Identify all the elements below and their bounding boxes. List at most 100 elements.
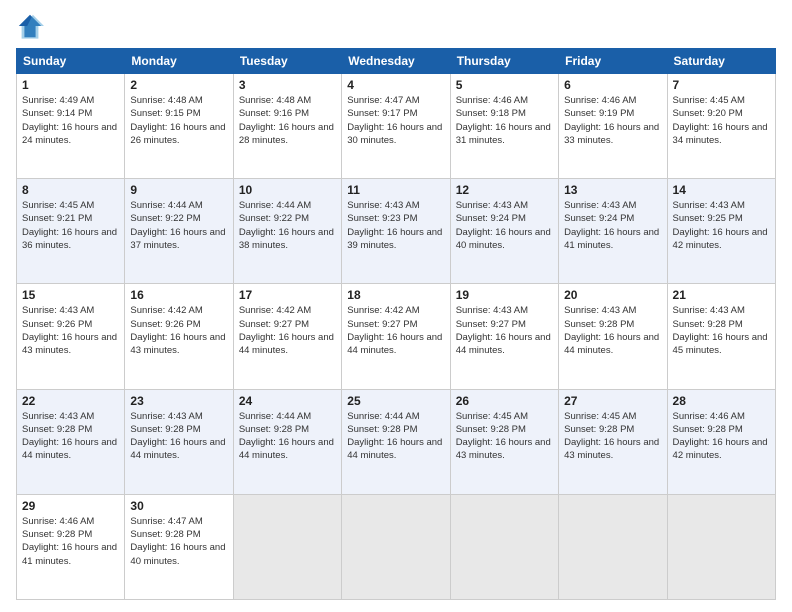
col-tuesday: Tuesday xyxy=(233,49,341,74)
table-row: 16Sunrise: 4:42 AMSunset: 9:26 PMDayligh… xyxy=(125,284,233,389)
table-row: 24Sunrise: 4:44 AMSunset: 9:28 PMDayligh… xyxy=(233,389,341,494)
day-info: Sunrise: 4:43 AMSunset: 9:28 PMDaylight:… xyxy=(564,305,659,356)
day-info: Sunrise: 4:42 AMSunset: 9:26 PMDaylight:… xyxy=(130,305,225,356)
table-row: 29 Sunrise: 4:46 AMSunset: 9:28 PMDayligh… xyxy=(17,494,125,599)
day-number: 25 xyxy=(347,394,444,408)
day-info: Sunrise: 4:49 AMSunset: 9:14 PMDaylight:… xyxy=(22,95,117,146)
day-number: 4 xyxy=(347,78,444,92)
day-number: 7 xyxy=(673,78,770,92)
day-info: Sunrise: 4:45 AMSunset: 9:20 PMDaylight:… xyxy=(673,95,768,146)
day-number: 1 xyxy=(22,78,119,92)
day-info: Sunrise: 4:44 AMSunset: 9:28 PMDaylight:… xyxy=(347,411,442,462)
day-number: 18 xyxy=(347,288,444,302)
table-row: 9 Sunrise: 4:44 AMSunset: 9:22 PMDaylight… xyxy=(125,179,233,284)
col-friday: Friday xyxy=(559,49,667,74)
day-info: Sunrise: 4:42 AMSunset: 9:27 PMDaylight:… xyxy=(239,305,334,356)
day-number: 15 xyxy=(22,288,119,302)
table-row: 27 Sunrise: 4:45 AMSunset: 9:28 PMDayligh… xyxy=(559,389,667,494)
day-number: 5 xyxy=(456,78,553,92)
day-number: 23 xyxy=(130,394,227,408)
day-info: Sunrise: 4:46 AMSunset: 9:28 PMDaylight:… xyxy=(22,516,117,567)
day-info: Sunrise: 4:47 AMSunset: 9:28 PMDaylight:… xyxy=(130,516,225,567)
day-info: Sunrise: 4:43 AMSunset: 9:26 PMDaylight:… xyxy=(22,305,117,356)
table-row: 18 Sunrise: 4:42 AMSunset: 9:27 PMDayligh… xyxy=(342,284,450,389)
table-row: 3Sunrise: 4:48 AMSunset: 9:16 PMDaylight… xyxy=(233,74,341,179)
table-row: 2 Sunrise: 4:48 AMSunset: 9:15 PMDaylight… xyxy=(125,74,233,179)
logo-icon xyxy=(16,12,44,40)
header-row: Sunday Monday Tuesday Wednesday Thursday… xyxy=(17,49,776,74)
day-info: Sunrise: 4:43 AMSunset: 9:28 PMDaylight:… xyxy=(673,305,768,356)
day-number: 20 xyxy=(564,288,661,302)
table-row: 12Sunrise: 4:43 AMSunset: 9:24 PMDayligh… xyxy=(450,179,558,284)
table-row: 10 Sunrise: 4:44 AMSunset: 9:22 PMDayligh… xyxy=(233,179,341,284)
day-number: 19 xyxy=(456,288,553,302)
calendar-week-4: 22 Sunrise: 4:43 AMSunset: 9:28 PMDayligh… xyxy=(17,389,776,494)
day-info: Sunrise: 4:48 AMSunset: 9:16 PMDaylight:… xyxy=(239,95,334,146)
table-row: 7 Sunrise: 4:45 AMSunset: 9:20 PMDaylight… xyxy=(667,74,775,179)
table-row: 26 Sunrise: 4:45 AMSunset: 9:28 PMDayligh… xyxy=(450,389,558,494)
day-number: 2 xyxy=(130,78,227,92)
page: Sunday Monday Tuesday Wednesday Thursday… xyxy=(0,0,792,612)
day-number: 9 xyxy=(130,183,227,197)
table-row: 6Sunrise: 4:46 AMSunset: 9:19 PMDaylight… xyxy=(559,74,667,179)
day-number: 29 xyxy=(22,499,119,513)
day-info: Sunrise: 4:44 AMSunset: 9:28 PMDaylight:… xyxy=(239,411,334,462)
table-row: 13 Sunrise: 4:43 AMSunset: 9:24 PMDayligh… xyxy=(559,179,667,284)
day-info: Sunrise: 4:45 AMSunset: 9:28 PMDaylight:… xyxy=(456,411,551,462)
day-info: Sunrise: 4:48 AMSunset: 9:15 PMDaylight:… xyxy=(130,95,225,146)
day-info: Sunrise: 4:43 AMSunset: 9:28 PMDaylight:… xyxy=(22,411,117,462)
day-info: Sunrise: 4:43 AMSunset: 9:27 PMDaylight:… xyxy=(456,305,551,356)
day-number: 28 xyxy=(673,394,770,408)
calendar-week-2: 8 Sunrise: 4:45 AMSunset: 9:21 PMDaylight… xyxy=(17,179,776,284)
table-row: 14 Sunrise: 4:43 AMSunset: 9:25 PMDayligh… xyxy=(667,179,775,284)
table-row: 17 Sunrise: 4:42 AMSunset: 9:27 PMDayligh… xyxy=(233,284,341,389)
day-info: Sunrise: 4:43 AMSunset: 9:25 PMDaylight:… xyxy=(673,200,768,251)
table-row: 28 Sunrise: 4:46 AMSunset: 9:28 PMDayligh… xyxy=(667,389,775,494)
day-info: Sunrise: 4:46 AMSunset: 9:18 PMDaylight:… xyxy=(456,95,551,146)
table-row: 4 Sunrise: 4:47 AMSunset: 9:17 PMDaylight… xyxy=(342,74,450,179)
day-info: Sunrise: 4:45 AMSunset: 9:28 PMDaylight:… xyxy=(564,411,659,462)
day-number: 21 xyxy=(673,288,770,302)
table-row xyxy=(342,494,450,599)
day-info: Sunrise: 4:46 AMSunset: 9:28 PMDaylight:… xyxy=(673,411,768,462)
day-number: 13 xyxy=(564,183,661,197)
table-row: 20 Sunrise: 4:43 AMSunset: 9:28 PMDayligh… xyxy=(559,284,667,389)
table-row: 11Sunrise: 4:43 AMSunset: 9:23 PMDayligh… xyxy=(342,179,450,284)
calendar-week-3: 15 Sunrise: 4:43 AMSunset: 9:26 PMDayligh… xyxy=(17,284,776,389)
day-number: 14 xyxy=(673,183,770,197)
table-row xyxy=(450,494,558,599)
header xyxy=(16,12,776,40)
day-number: 6 xyxy=(564,78,661,92)
day-number: 22 xyxy=(22,394,119,408)
day-info: Sunrise: 4:42 AMSunset: 9:27 PMDaylight:… xyxy=(347,305,442,356)
table-row xyxy=(559,494,667,599)
day-number: 27 xyxy=(564,394,661,408)
day-number: 12 xyxy=(456,183,553,197)
table-row: 8 Sunrise: 4:45 AMSunset: 9:21 PMDaylight… xyxy=(17,179,125,284)
day-info: Sunrise: 4:47 AMSunset: 9:17 PMDaylight:… xyxy=(347,95,442,146)
day-info: Sunrise: 4:44 AMSunset: 9:22 PMDaylight:… xyxy=(239,200,334,251)
table-row: 22 Sunrise: 4:43 AMSunset: 9:28 PMDayligh… xyxy=(17,389,125,494)
day-info: Sunrise: 4:44 AMSunset: 9:22 PMDaylight:… xyxy=(130,200,225,251)
day-info: Sunrise: 4:45 AMSunset: 9:21 PMDaylight:… xyxy=(22,200,117,251)
day-number: 17 xyxy=(239,288,336,302)
calendar-week-1: 1 Sunrise: 4:49 AMSunset: 9:14 PMDaylight… xyxy=(17,74,776,179)
day-number: 26 xyxy=(456,394,553,408)
col-monday: Monday xyxy=(125,49,233,74)
table-row xyxy=(233,494,341,599)
table-row: 15 Sunrise: 4:43 AMSunset: 9:26 PMDayligh… xyxy=(17,284,125,389)
table-row: 25 Sunrise: 4:44 AMSunset: 9:28 PMDayligh… xyxy=(342,389,450,494)
logo xyxy=(16,12,48,40)
day-info: Sunrise: 4:43 AMSunset: 9:24 PMDaylight:… xyxy=(564,200,659,251)
col-saturday: Saturday xyxy=(667,49,775,74)
day-number: 8 xyxy=(22,183,119,197)
table-row: 1 Sunrise: 4:49 AMSunset: 9:14 PMDaylight… xyxy=(17,74,125,179)
table-row: 5 Sunrise: 4:46 AMSunset: 9:18 PMDaylight… xyxy=(450,74,558,179)
col-thursday: Thursday xyxy=(450,49,558,74)
table-row: 23 Sunrise: 4:43 AMSunset: 9:28 PMDayligh… xyxy=(125,389,233,494)
calendar-table: Sunday Monday Tuesday Wednesday Thursday… xyxy=(16,48,776,600)
day-number: 10 xyxy=(239,183,336,197)
col-wednesday: Wednesday xyxy=(342,49,450,74)
table-row: 30Sunrise: 4:47 AMSunset: 9:28 PMDayligh… xyxy=(125,494,233,599)
day-info: Sunrise: 4:43 AMSunset: 9:28 PMDaylight:… xyxy=(130,411,225,462)
